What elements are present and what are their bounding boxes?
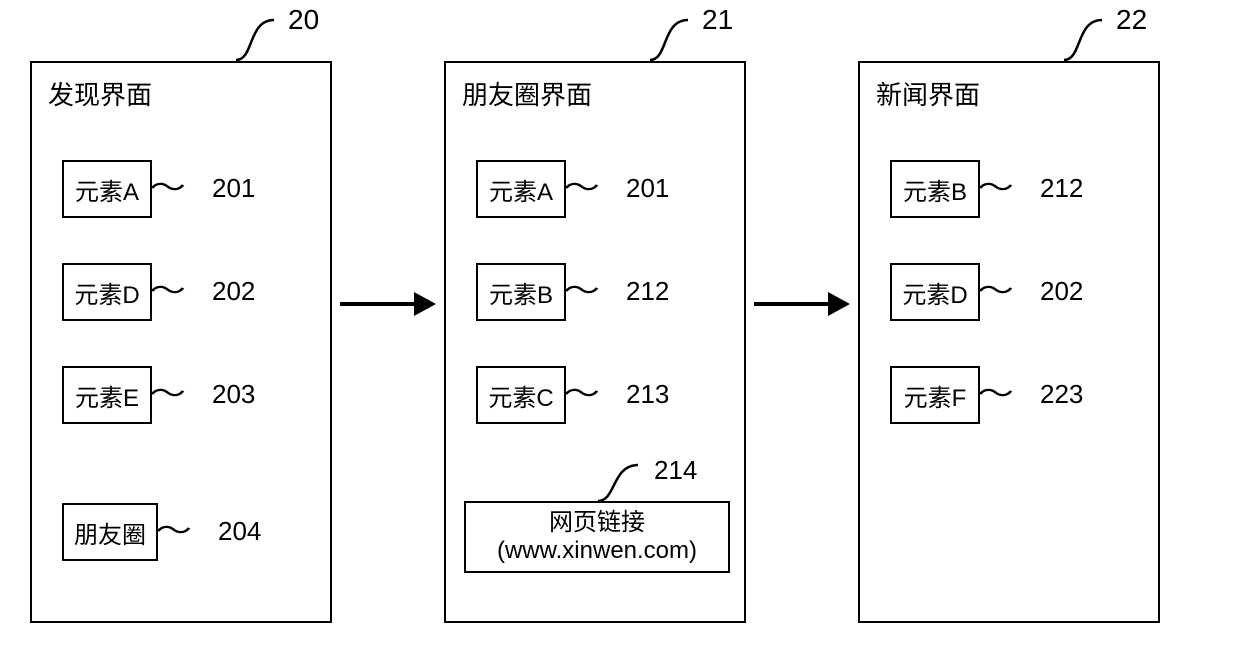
panel-ref-label: 20 [288,4,319,36]
panel-ref-label: 21 [702,4,733,36]
web-link-box: 网页链接 (www.xinwen.com) [464,501,730,573]
element-box-c: 元素C [476,366,566,424]
element-box-d: 元素D [62,263,152,321]
callout-curl-icon: 〜 [563,176,620,200]
ref-label: 201 [626,173,669,204]
callout-curl-icon: 〜 [977,279,1034,303]
panel-ref-label: 22 [1116,4,1147,36]
element-box-a: 元素A [62,160,152,218]
panel-title: 新闻界面 [876,75,980,112]
element-box-e: 元素E [62,366,152,424]
callout-curl-icon: 〜 [563,279,620,303]
callout-curl-icon: 〜 [563,382,620,406]
element-box-f: 元素F [890,366,980,424]
panel-news: 新闻界面 元素B 〜 212 元素D 〜 202 元素F 〜 223 [858,61,1160,623]
ref-label: 223 [1040,379,1083,410]
element-box-b: 元素B [476,263,566,321]
ref-label: 202 [212,276,255,307]
ref-label: 203 [212,379,255,410]
ref-label: 214 [654,455,697,486]
web-link-url: (www.xinwen.com) [497,537,697,565]
diagram-canvas: 发现界面 元素A 〜 201 元素D 〜 202 元素E 〜 203 朋友圈 〜… [0,0,1240,660]
element-box-moments: 朋友圈 [62,503,158,561]
ref-label: 212 [626,276,669,307]
callout-curl-icon: 〜 [977,176,1034,200]
ref-label: 201 [212,173,255,204]
ref-label: 202 [1040,276,1083,307]
element-box-b: 元素B [890,160,980,218]
callout-curl-icon: 〜 [155,519,212,543]
callout-curl-icon: 〜 [149,279,206,303]
ref-label: 204 [218,516,261,547]
callout-curl-icon: 〜 [149,176,206,200]
element-box-d: 元素D [890,263,980,321]
web-link-title: 网页链接 [549,509,645,537]
panel-title: 朋友圈界面 [462,75,592,112]
callout-curl-icon: 〜 [149,382,206,406]
ref-label: 212 [1040,173,1083,204]
panel-title: 发现界面 [48,75,152,112]
ref-label: 213 [626,379,669,410]
element-box-a: 元素A [476,160,566,218]
arrow-icon [340,292,436,316]
arrow-icon [754,292,850,316]
panel-discover: 发现界面 元素A 〜 201 元素D 〜 202 元素E 〜 203 朋友圈 〜… [30,61,332,623]
panel-moments: 朋友圈界面 元素A 〜 201 元素B 〜 212 元素C 〜 213 网页链接… [444,61,746,623]
callout-curl-icon: 〜 [977,382,1034,406]
